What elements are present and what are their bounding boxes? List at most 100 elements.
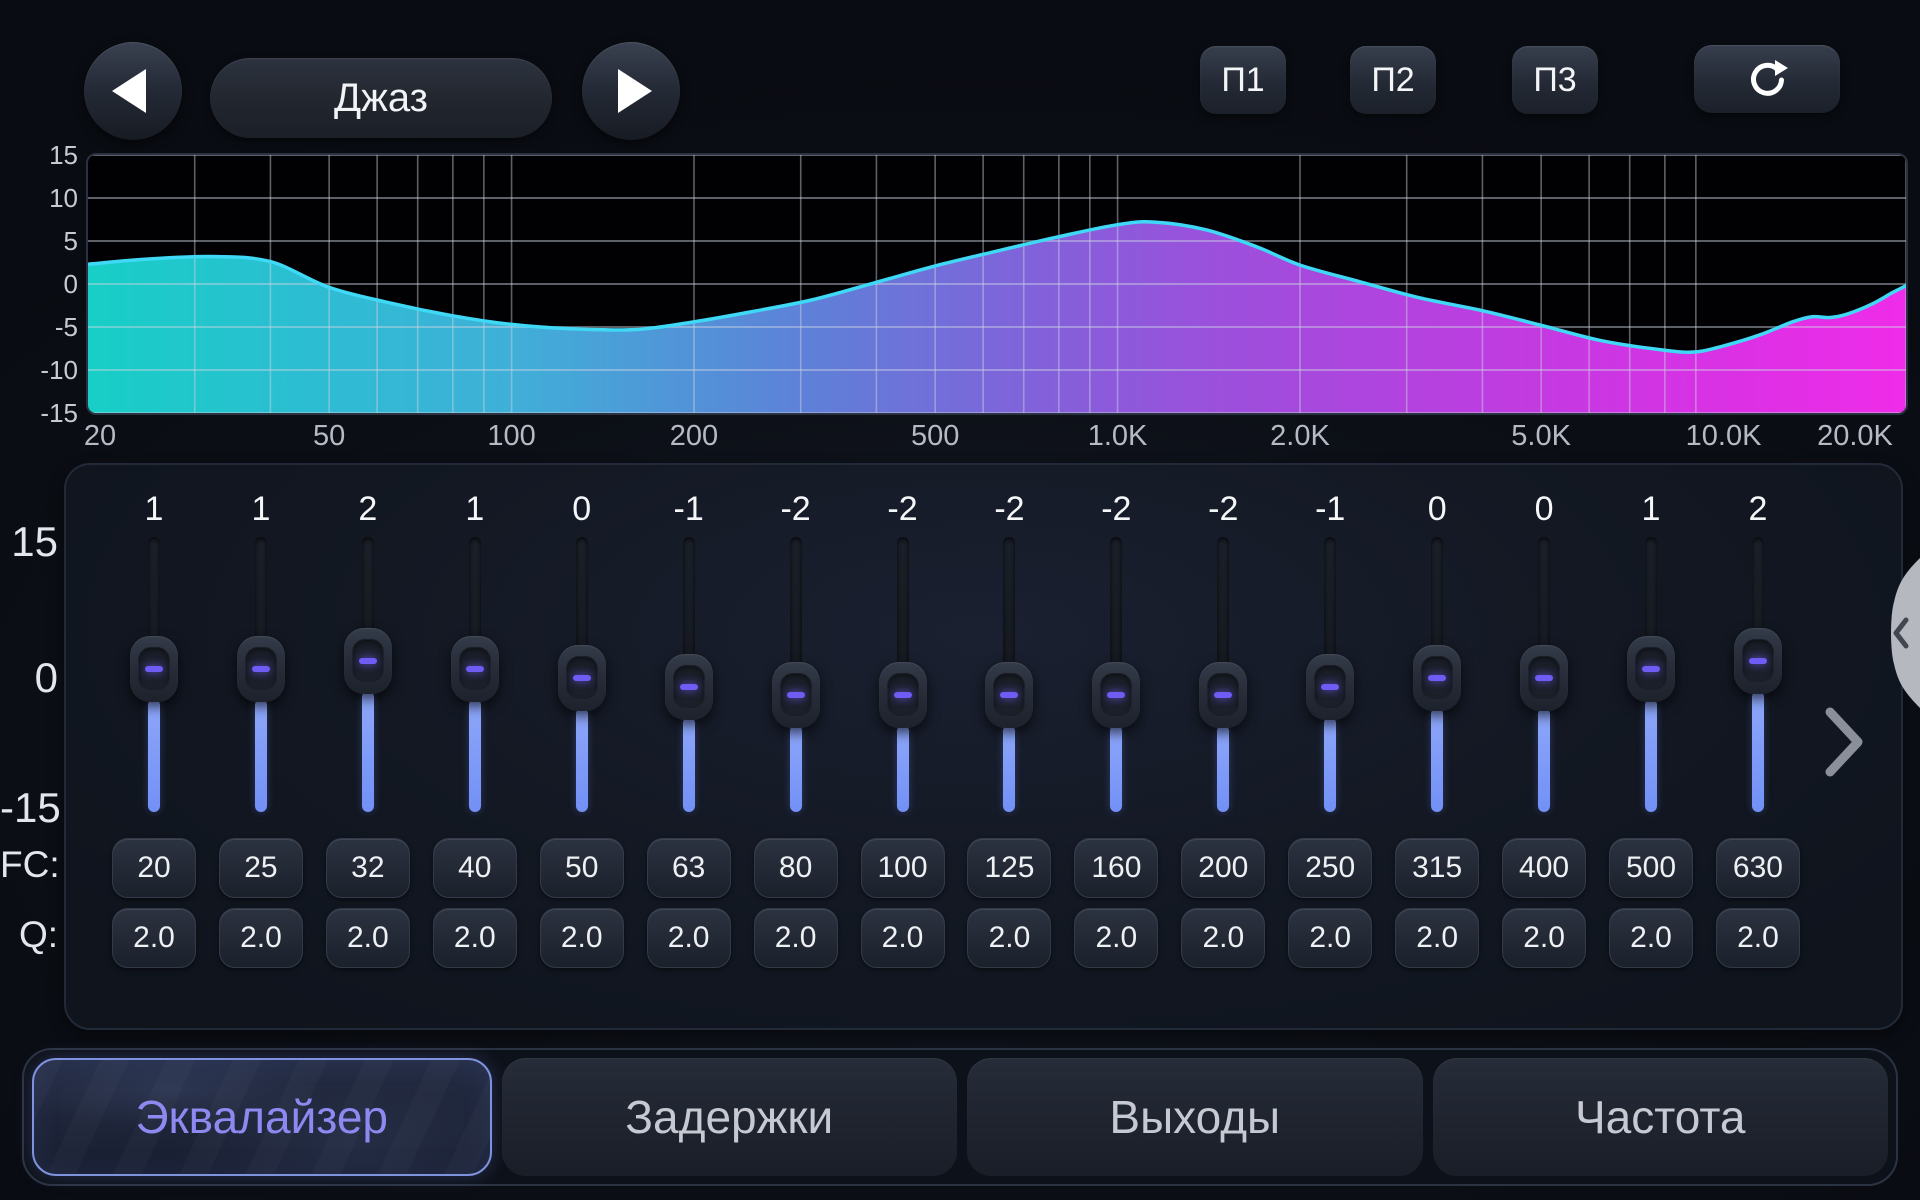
slider-thumb[interactable] <box>1306 654 1354 720</box>
band-fc-chip[interactable]: 40 <box>433 838 517 898</box>
next-preset-button[interactable] <box>582 42 680 140</box>
memory-preset-3-button[interactable]: П3 <box>1512 46 1598 114</box>
tab-frequency[interactable]: Частота <box>1433 1058 1889 1176</box>
tab-delays[interactable]: Задержки <box>502 1058 958 1176</box>
slider-thumb[interactable] <box>1199 662 1247 728</box>
band-fc-chip[interactable]: 200 <box>1181 838 1265 898</box>
band-fc-chip[interactable]: 80 <box>754 838 838 898</box>
slider-thumb-inner <box>245 647 277 691</box>
band-q-chip[interactable]: 2.0 <box>1716 908 1800 968</box>
band-q-chip[interactable]: 2.0 <box>219 908 303 968</box>
tab-outputs[interactable]: Выходы <box>967 1058 1423 1176</box>
band-q-chip[interactable]: 2.0 <box>1074 908 1158 968</box>
slider-thumb[interactable] <box>1734 628 1782 694</box>
band-gain-slider[interactable] <box>529 525 635 825</box>
band-fc-chip[interactable]: 63 <box>647 838 731 898</box>
band-fc-chip[interactable]: 250 <box>1288 838 1372 898</box>
band-fc-chip[interactable]: 400 <box>1502 838 1586 898</box>
tab-equalizer[interactable]: Эквалайзер <box>32 1058 492 1176</box>
slider-thumb[interactable] <box>237 636 285 702</box>
slider-thumb[interactable] <box>985 662 1033 728</box>
band-gain-slider[interactable] <box>743 525 849 825</box>
band-gain-slider[interactable] <box>1598 525 1704 825</box>
slider-thumb[interactable] <box>558 645 606 711</box>
band-fc-chip[interactable]: 315 <box>1395 838 1479 898</box>
slider-thumb-dash-icon <box>680 684 698 690</box>
band-q-chip[interactable]: 2.0 <box>754 908 838 968</box>
slider-fill <box>1645 699 1657 812</box>
slider-fill <box>1752 691 1764 812</box>
next-bands-button[interactable] <box>1822 705 1866 779</box>
band-gain-slider[interactable] <box>1491 525 1597 825</box>
slider-fill <box>148 699 160 812</box>
memory-preset-1-button[interactable]: П1 <box>1200 46 1286 114</box>
slider-thumb[interactable] <box>1520 645 1568 711</box>
band-fc-chip[interactable]: 160 <box>1074 838 1158 898</box>
slider-thumb-inner <box>1207 673 1239 717</box>
band-fc-chip[interactable]: 100 <box>861 838 945 898</box>
band-gain-slider[interactable] <box>315 525 421 825</box>
slider-thumb[interactable] <box>451 636 499 702</box>
slider-thumb[interactable] <box>130 636 178 702</box>
band-gain-slider[interactable] <box>1277 525 1383 825</box>
band-gain-slider[interactable] <box>1170 525 1276 825</box>
triangle-right-icon <box>618 69 652 113</box>
slider-thumb[interactable] <box>879 662 927 728</box>
band-fc-chip[interactable]: 630 <box>1716 838 1800 898</box>
band-fc-chip[interactable]: 20 <box>112 838 196 898</box>
side-panel-handle[interactable] <box>1866 558 1920 708</box>
band-column: -2 160 2.0 <box>1063 465 1169 1032</box>
band-gain-slider[interactable] <box>956 525 1062 825</box>
slider-thumb-inner <box>352 639 384 683</box>
slider-thumb[interactable] <box>344 628 392 694</box>
slider-thumb[interactable] <box>1413 645 1461 711</box>
slider-thumb[interactable] <box>1627 636 1675 702</box>
band-q-chip[interactable]: 2.0 <box>540 908 624 968</box>
preset-display[interactable]: Джаз <box>210 58 552 138</box>
band-q-chip[interactable]: 2.0 <box>1181 908 1265 968</box>
band-q-chip[interactable]: 2.0 <box>1395 908 1479 968</box>
band-q-chip[interactable]: 2.0 <box>433 908 517 968</box>
frequency-axis-tick: 100 <box>457 420 567 452</box>
slider-thumb-dash-icon <box>1749 658 1767 664</box>
slider-thumb[interactable] <box>1092 662 1140 728</box>
reset-button[interactable] <box>1694 45 1840 113</box>
band-column: 2 32 2.0 <box>315 465 421 1032</box>
memory-preset-2-button[interactable]: П2 <box>1350 46 1436 114</box>
band-q-chip[interactable]: 2.0 <box>1609 908 1693 968</box>
slider-fill <box>1217 725 1229 812</box>
band-q-chip[interactable]: 2.0 <box>326 908 410 968</box>
slider-fill <box>576 708 588 812</box>
slider-thumb-inner <box>673 665 705 709</box>
band-q-chip[interactable]: 2.0 <box>861 908 945 968</box>
band-q-chip[interactable]: 2.0 <box>647 908 731 968</box>
band-fc-chip[interactable]: 500 <box>1609 838 1693 898</box>
band-gain-slider[interactable] <box>208 525 314 825</box>
band-fc-chip[interactable]: 50 <box>540 838 624 898</box>
slider-thumb[interactable] <box>665 654 713 720</box>
slider-fill <box>469 699 481 812</box>
slider-fill <box>1110 725 1122 812</box>
band-gain-slider[interactable] <box>1063 525 1169 825</box>
bottom-tab-bar: ЭквалайзерЗадержкиВыходыЧастота <box>22 1048 1898 1186</box>
band-gain-slider[interactable] <box>850 525 956 825</box>
prev-preset-button[interactable] <box>84 42 182 140</box>
slider-thumb-dash-icon <box>1535 675 1553 681</box>
band-column: 2 630 2.0 <box>1705 465 1811 1032</box>
band-q-chip[interactable]: 2.0 <box>967 908 1051 968</box>
band-q-chip[interactable]: 2.0 <box>112 908 196 968</box>
band-fc-chip[interactable]: 25 <box>219 838 303 898</box>
band-gain-slider[interactable] <box>636 525 742 825</box>
band-gain-slider[interactable] <box>1384 525 1490 825</box>
band-fc-chip[interactable]: 125 <box>967 838 1051 898</box>
band-q-chip[interactable]: 2.0 <box>1502 908 1586 968</box>
band-gain-slider[interactable] <box>1705 525 1811 825</box>
slider-thumb[interactable] <box>772 662 820 728</box>
band-q-chip[interactable]: 2.0 <box>1288 908 1372 968</box>
band-gain-slider[interactable] <box>422 525 528 825</box>
frequency-axis-tick: 20 <box>45 420 155 452</box>
band-gain-slider[interactable] <box>101 525 207 825</box>
slider-thumb-dash-icon <box>1107 692 1125 698</box>
chevron-right-icon <box>1822 705 1866 779</box>
band-fc-chip[interactable]: 32 <box>326 838 410 898</box>
